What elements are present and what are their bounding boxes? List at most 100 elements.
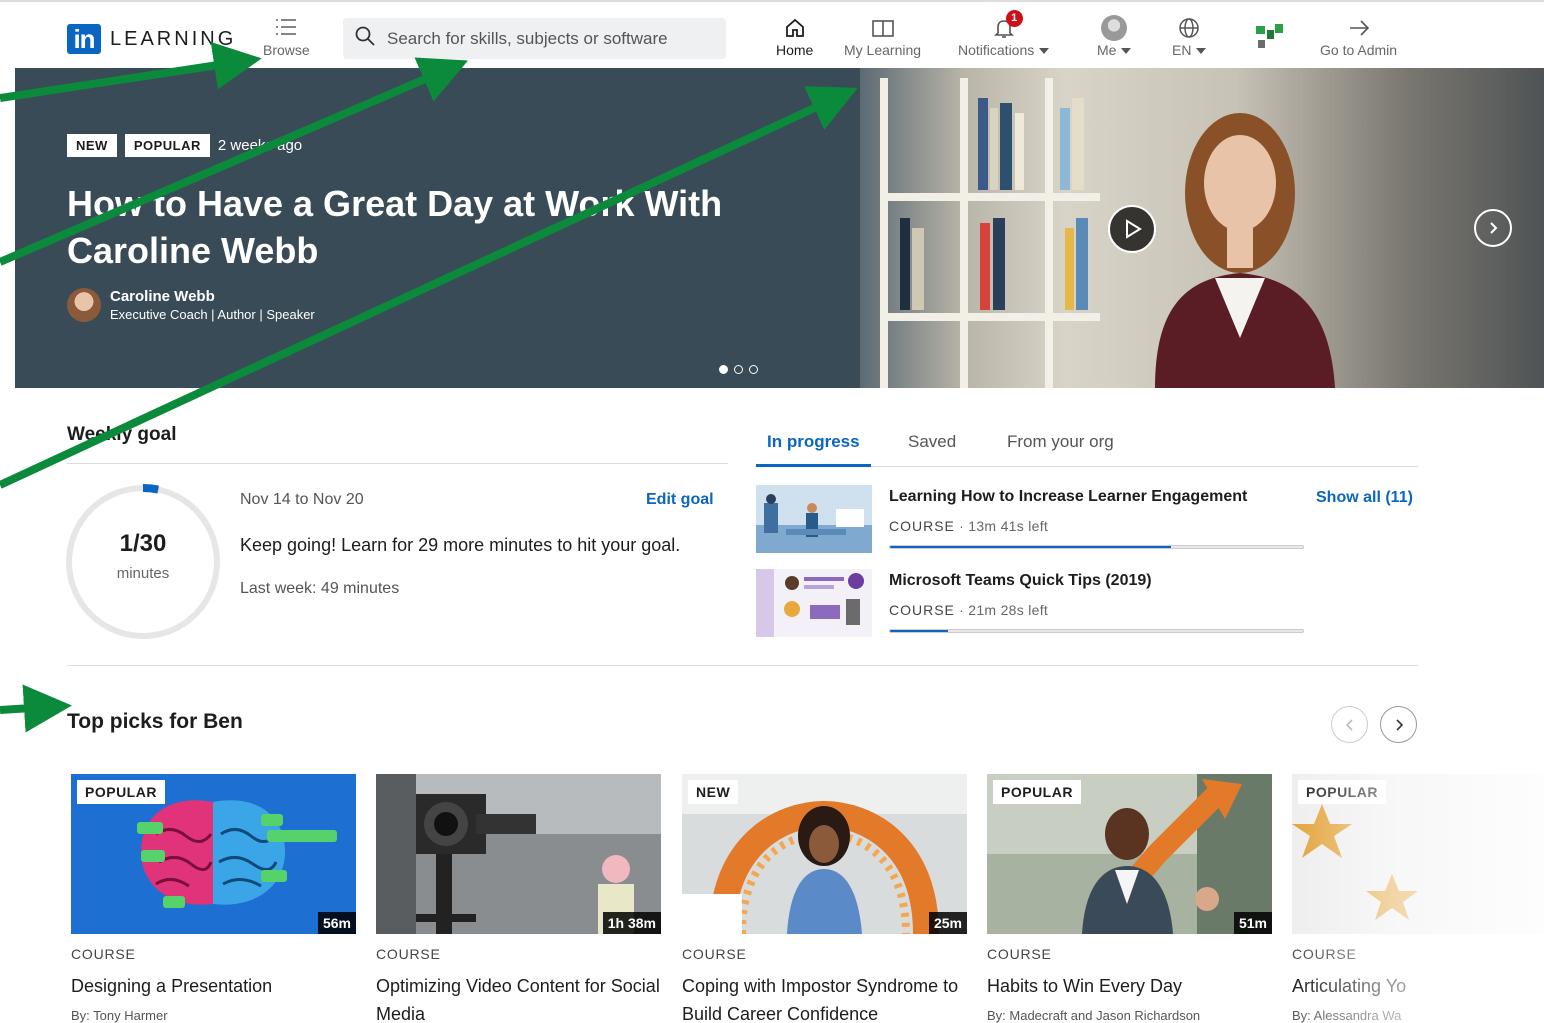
bell-icon: 1	[992, 10, 1023, 42]
arrow-right-icon	[1347, 14, 1371, 42]
course-meta: COURSE · 21m 28s left	[889, 602, 1049, 618]
course-progress-bar	[889, 629, 1304, 633]
card-kind: COURSE	[71, 946, 136, 962]
divider	[67, 463, 728, 464]
course-title[interactable]: Microsoft Teams Quick Tips (2019)	[889, 572, 1152, 590]
play-button[interactable]	[1108, 205, 1156, 253]
weekly-goal-title: Weekly goal	[67, 424, 177, 445]
home-icon	[784, 14, 806, 42]
organization-logo[interactable]	[1254, 22, 1284, 52]
card-tag: POPULAR	[77, 780, 165, 804]
goal-progress-ring	[65, 484, 221, 640]
goal-dates: Nov 14 to Nov 20	[240, 491, 364, 508]
popular-tag: POPULAR	[124, 134, 210, 157]
course-kind: COURSE	[889, 602, 955, 618]
card-author: By: Tony Harmer	[71, 1008, 168, 1023]
course-kind: COURSE	[889, 518, 955, 534]
nav-me[interactable]: Me	[1097, 14, 1132, 58]
card-kind: COURSE	[987, 946, 1052, 962]
tab-from-your-org[interactable]: From your org	[1007, 432, 1114, 452]
carousel-dots	[719, 365, 758, 374]
card-duration: 25m	[928, 912, 967, 934]
author-role: Executive Coach | Author | Speaker	[110, 307, 315, 322]
chevron-down-icon	[1196, 48, 1207, 55]
course-progress-fill	[890, 546, 1171, 548]
profile-avatar	[1101, 14, 1128, 42]
home-label: Home	[776, 42, 814, 58]
carousel-next-button[interactable]	[1380, 706, 1417, 743]
time-left: 21m 28s left	[968, 602, 1049, 618]
carousel-dot[interactable]	[734, 365, 743, 374]
carousel-dot[interactable]	[719, 365, 728, 374]
go-to-admin-label: Go to Admin	[1320, 42, 1398, 58]
chevron-left-icon	[1345, 718, 1353, 731]
globe-icon	[1177, 14, 1201, 42]
hero-title[interactable]: How to Have a Great Day at Work With Car…	[67, 180, 767, 274]
course-thumbnail: POPULAR 56m	[71, 774, 356, 934]
course-progress-bar	[889, 545, 1304, 549]
show-all-link[interactable]: Show all (11)	[1316, 489, 1413, 507]
course-card[interactable]: POPULAR 56m COURSE Designing a Presentat…	[71, 774, 356, 1023]
nav-my-learning[interactable]: My Learning	[844, 14, 921, 58]
nav-notifications[interactable]: 1 Notifications	[958, 10, 1050, 58]
hero-banner[interactable]: NEW POPULAR 2 weeks ago How to Have a Gr…	[15, 68, 1544, 388]
author-avatar	[67, 288, 101, 322]
chevron-down-icon	[1121, 48, 1132, 55]
hero-next-button[interactable]	[1474, 209, 1512, 247]
chevron-down-icon	[1039, 48, 1050, 55]
tab-in-progress[interactable]: In progress	[756, 432, 871, 467]
card-title[interactable]: Optimizing Video Content for Social Medi…	[376, 972, 661, 1023]
card-title[interactable]: Designing a Presentation	[71, 972, 356, 1000]
notifications-label: Notifications	[958, 42, 1035, 58]
card-tag: POPULAR	[1298, 780, 1386, 804]
list-menu-icon	[274, 14, 298, 42]
browse-button[interactable]: Browse	[263, 14, 310, 58]
card-title[interactable]: Articulating Yo	[1292, 972, 1544, 1000]
edit-goal-link[interactable]: Edit goal	[646, 491, 714, 509]
course-card[interactable]: 1h 38m COURSE Optimizing Video Content f…	[376, 774, 661, 1023]
search-icon	[355, 26, 375, 51]
search-input[interactable]	[387, 28, 707, 49]
new-tag: NEW	[67, 134, 117, 157]
hero-tags: NEW POPULAR 2 weeks ago	[67, 134, 302, 157]
card-author: By: Alessandra Wa	[1292, 1008, 1402, 1023]
card-title[interactable]: Habits to Win Every Day	[987, 972, 1272, 1000]
browse-label: Browse	[263, 42, 310, 58]
card-duration: 56m	[317, 912, 356, 934]
course-meta: COURSE · 13m 41s left	[889, 518, 1049, 534]
goal-unit: minutes	[116, 565, 170, 582]
logo-text: LEARNING	[110, 27, 237, 50]
tab-saved[interactable]: Saved	[908, 432, 956, 452]
hero-author[interactable]: Caroline Webb Executive Coach | Author |…	[67, 288, 315, 322]
language-label: EN	[1172, 42, 1192, 58]
card-title[interactable]: Coping with Impostor Syndrome to Build C…	[682, 972, 967, 1023]
course-card[interactable]: POPULAR COURSE Articulating Yo By: Aless…	[1292, 774, 1544, 1023]
course-card[interactable]: NEW 25m COURSE Coping with Impostor Synd…	[682, 774, 967, 1023]
card-author: By: Madecraft and Jason Richardson	[987, 1008, 1201, 1023]
list-item[interactable]: Learning How to Increase Learner Engagem…	[756, 485, 1304, 555]
nav-language[interactable]: EN	[1172, 14, 1207, 58]
course-card[interactable]: POPULAR 51m COURSE Habits to Win Every D…	[987, 774, 1272, 1023]
course-thumbnail: 1h 38m	[376, 774, 661, 934]
carousel-prev-button[interactable]	[1331, 706, 1368, 743]
search-bar[interactable]	[343, 18, 726, 59]
hero-time: 2 weeks ago	[217, 137, 303, 154]
carousel-dot[interactable]	[749, 365, 758, 374]
card-kind: COURSE	[682, 946, 747, 962]
go-to-admin-button[interactable]: Go to Admin	[1320, 14, 1397, 58]
me-label: Me	[1097, 42, 1117, 58]
list-item[interactable]: Microsoft Teams Quick Tips (2019) COURSE…	[756, 569, 1304, 639]
card-kind: COURSE	[1292, 946, 1357, 962]
nav-home[interactable]: Home	[767, 14, 822, 72]
book-icon	[871, 14, 895, 42]
card-duration: 51m	[1233, 912, 1272, 934]
time-left: 13m 41s left	[968, 518, 1049, 534]
linkedin-learning-logo[interactable]: in LEARNING	[67, 24, 236, 54]
goal-value: 1/30	[119, 530, 167, 557]
play-icon	[1126, 219, 1142, 239]
top-navigation: in LEARNING Browse Home My Learning 1 No…	[0, 0, 1544, 72]
arrow-to-top-picks	[0, 684, 72, 733]
course-title[interactable]: Learning How to Increase Learner Engagem…	[889, 488, 1247, 506]
last-week-stat: Last week: 49 minutes	[240, 580, 400, 597]
card-duration: 1h 38m	[602, 912, 661, 934]
